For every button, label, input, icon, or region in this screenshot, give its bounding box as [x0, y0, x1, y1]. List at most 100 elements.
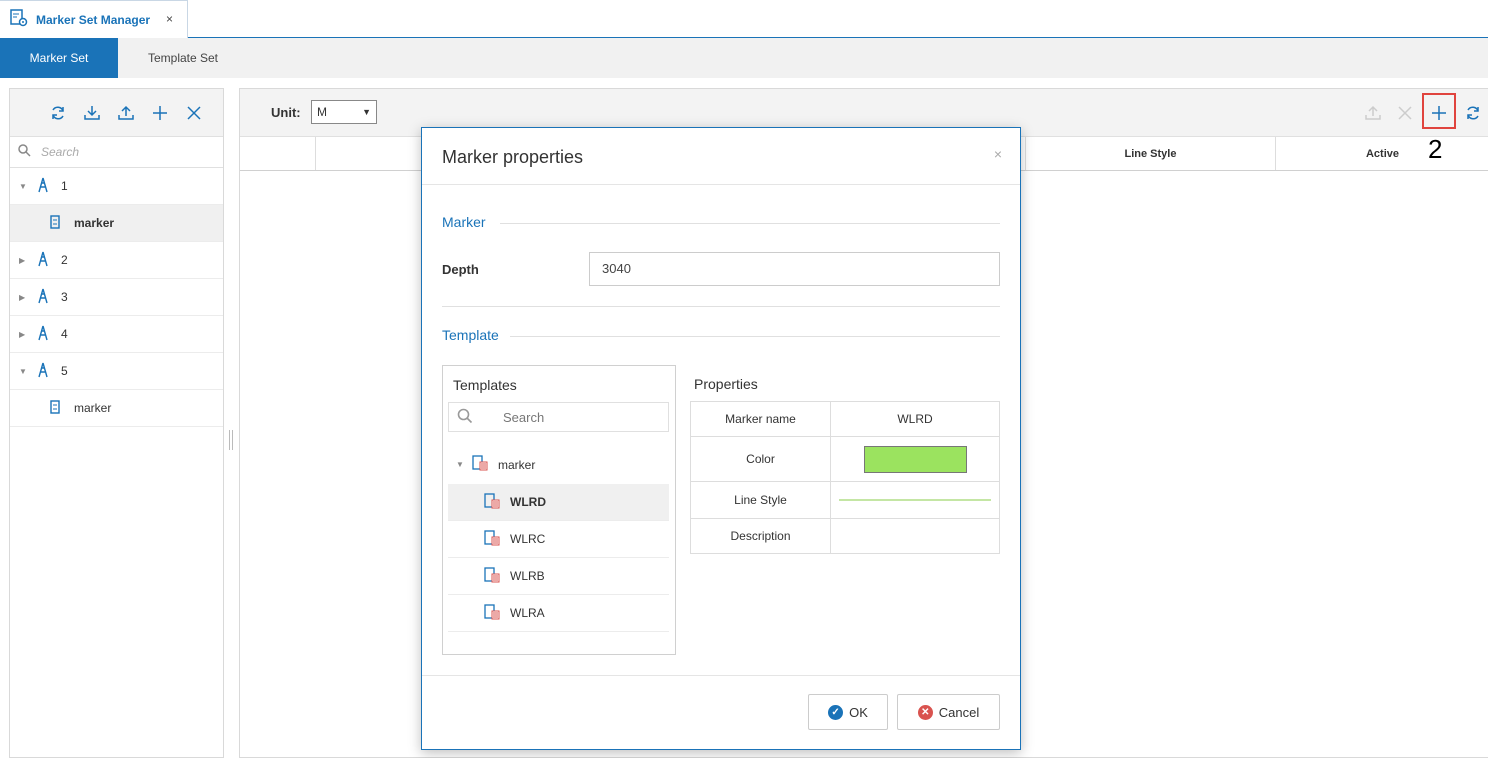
template-icon: [484, 529, 500, 549]
property-row: Marker name WLRD: [690, 401, 1000, 437]
column-header-active[interactable]: Active: [1276, 137, 1488, 170]
property-row: Line Style: [690, 481, 1000, 519]
refresh-icon[interactable]: [1463, 103, 1483, 123]
marker-icon: [50, 214, 64, 232]
panel-splitter-handle[interactable]: [229, 430, 233, 450]
caret-right-icon[interactable]: ▶: [19, 256, 29, 265]
property-value: WLRD: [830, 401, 1000, 437]
templates-search-input[interactable]: Search: [448, 402, 669, 432]
color-cell[interactable]: [830, 436, 1000, 482]
tree-item-label: 3: [61, 290, 68, 304]
property-label: Marker name: [690, 401, 831, 437]
tree-item-marker[interactable]: marker: [10, 205, 223, 242]
dialog-header: Marker properties ×: [422, 128, 1020, 185]
template-item-wlrb[interactable]: WLRB: [448, 558, 669, 595]
template-label: WLRD: [510, 495, 546, 509]
search-placeholder: Search: [503, 410, 545, 425]
marker-icon: [50, 399, 64, 417]
tree-search-input[interactable]: Search: [10, 137, 223, 168]
gear-document-icon: [10, 9, 28, 30]
tree-item-well-4[interactable]: ▶ 4: [10, 316, 223, 353]
property-label: Color: [690, 436, 831, 482]
property-row: Description: [690, 518, 1000, 554]
templates-title: Templates: [453, 377, 517, 393]
upload-icon[interactable]: [1363, 103, 1383, 123]
chevron-down-icon: ▼: [362, 107, 371, 117]
tree-item-label: 4: [61, 327, 68, 341]
doc-tab-title: Marker Set Manager: [36, 12, 151, 27]
close-icon[interactable]: ×: [166, 12, 173, 26]
property-label: Description: [690, 518, 831, 554]
check-circle-icon: ✓: [828, 704, 844, 720]
delete-icon[interactable]: [184, 103, 204, 123]
template-icon: [472, 455, 488, 474]
marker-section-title: Marker: [442, 214, 486, 230]
well-icon: [37, 251, 51, 270]
upload-icon[interactable]: [116, 103, 136, 123]
tab-template-set[interactable]: Template Set: [118, 38, 248, 78]
column-header-line-style[interactable]: Line Style: [1026, 137, 1276, 170]
template-label: WLRB: [510, 569, 545, 583]
refresh-icon[interactable]: [48, 103, 68, 123]
tree-item-label: marker: [74, 401, 112, 415]
unit-select[interactable]: M ▼: [311, 100, 377, 124]
cancel-button-label: Cancel: [938, 704, 980, 720]
sub-tabs: Marker Set Template Set: [0, 38, 1488, 78]
template-item-wlra[interactable]: WLRA: [448, 595, 669, 632]
well-icon: [37, 288, 51, 307]
ok-button-label: OK: [849, 704, 868, 720]
search-icon: [457, 408, 473, 427]
unit-select-value: M: [317, 105, 327, 119]
template-group-marker[interactable]: ▼ marker: [448, 446, 669, 483]
marker-properties-dialog: Marker properties × Marker Depth 3040 Te…: [421, 127, 1021, 750]
tree-item-label: 1: [61, 179, 68, 193]
ok-button[interactable]: ✓ OK: [808, 694, 888, 730]
template-label: WLRA: [510, 606, 545, 620]
caret-down-icon[interactable]: ▼: [456, 460, 466, 469]
tree-item-well-1[interactable]: ▼ 1: [10, 168, 223, 205]
tree-item-well-2[interactable]: ▶ 2: [10, 242, 223, 279]
add-icon: [1432, 106, 1446, 120]
cancel-button[interactable]: ✕ Cancel: [897, 694, 1000, 730]
tree-item-label: 2: [61, 253, 68, 267]
section-divider: [510, 336, 1000, 337]
well-icon: [37, 177, 51, 196]
delete-icon[interactable]: [1395, 103, 1415, 123]
tree-item-marker[interactable]: marker: [10, 390, 223, 427]
templates-panel: Templates Search ▼ marker WLRD WLRC WLRB…: [442, 365, 676, 655]
template-section-title: Template: [442, 327, 499, 343]
close-icon[interactable]: ×: [994, 146, 1002, 162]
line-style-cell[interactable]: [830, 481, 1000, 519]
property-row: Color: [690, 436, 1000, 482]
caret-right-icon[interactable]: ▶: [19, 330, 29, 339]
search-placeholder: Search: [41, 145, 80, 159]
add-marker-button[interactable]: [1429, 103, 1449, 123]
document-tab-strip: Marker Set Manager ×: [0, 0, 1488, 38]
doc-tab-marker-set-manager[interactable]: Marker Set Manager ×: [0, 0, 188, 38]
caret-down-icon[interactable]: ▼: [19, 367, 29, 376]
properties-title: Properties: [694, 376, 758, 392]
cancel-circle-icon: ✕: [917, 704, 933, 720]
tree-item-well-5[interactable]: ▼ 5: [10, 353, 223, 390]
line-style-sample: [839, 499, 991, 501]
template-icon: [484, 603, 500, 623]
template-item-wlrc[interactable]: WLRC: [448, 521, 669, 558]
download-icon[interactable]: [82, 103, 102, 123]
dialog-title: Marker properties: [442, 147, 584, 167]
description-value[interactable]: [830, 518, 1000, 554]
well-icon: [37, 325, 51, 344]
well-icon: [37, 362, 51, 381]
column-header[interactable]: [240, 137, 316, 170]
tree-item-well-3[interactable]: ▶ 3: [10, 279, 223, 316]
caret-down-icon[interactable]: ▼: [19, 182, 29, 191]
template-item-wlrd[interactable]: WLRD: [448, 484, 669, 521]
section-divider: [442, 306, 1000, 307]
tab-marker-set[interactable]: Marker Set: [0, 38, 118, 78]
add-icon[interactable]: [150, 103, 170, 123]
caret-right-icon[interactable]: ▶: [19, 293, 29, 302]
depth-field[interactable]: 3040: [589, 252, 1000, 286]
template-label: marker: [498, 457, 536, 472]
section-divider: [500, 223, 1000, 224]
template-label: WLRC: [510, 532, 546, 546]
color-swatch[interactable]: [863, 445, 967, 473]
